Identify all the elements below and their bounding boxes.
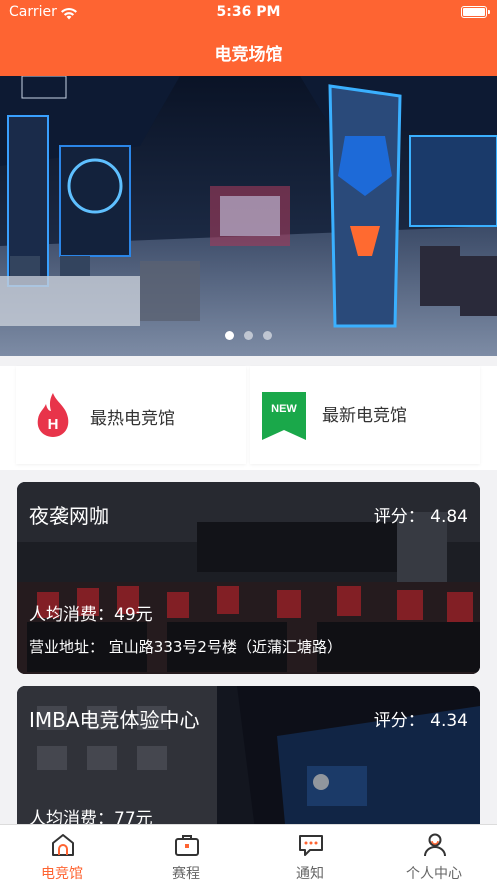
battery-icon (461, 6, 490, 18)
page-title: 电竞场馆 (214, 45, 283, 65)
carousel-dot[interactable] (225, 331, 234, 340)
venue-rating: 评分： 4.84 (374, 502, 468, 527)
new-ribbon-icon: NEW (262, 392, 306, 444)
navigation-bar: 电竞场馆 (0, 28, 497, 76)
schedule-briefcase-icon (175, 835, 199, 856)
hot-flame-icon: H (34, 392, 72, 442)
address-label: 营业地址： (29, 638, 105, 656)
rating-label: 评分： (373, 507, 425, 527)
carousel-dot[interactable] (244, 331, 253, 340)
tab-venues[interactable]: 电竞馆 (0, 825, 124, 883)
tab-label: 赛程 (172, 866, 200, 882)
profile-user-icon (424, 833, 446, 857)
hot-venues-label: 最热电竞馆 (90, 409, 175, 429)
new-venues-card[interactable]: NEW 最新电竞馆 (250, 366, 480, 464)
tab-notifications[interactable]: 通知 (248, 825, 372, 883)
tab-label: 通知 (296, 866, 324, 882)
banner-image (0, 76, 497, 356)
venue-name: IMBA电竞体验中心 (29, 708, 200, 732)
tab-bar: 电竞馆 赛程 通知 个人中心 (0, 824, 497, 883)
venue-price: 人均消费：49元 (29, 600, 153, 625)
clock: 5:36 PM (216, 4, 281, 20)
tab-profile[interactable]: 个人中心 (372, 825, 496, 883)
hot-venues-card[interactable]: H 最热电竞馆 (16, 366, 246, 464)
notification-chat-icon (299, 835, 323, 856)
venue-card[interactable]: IMBA电竞体验中心 评分： 4.34 人均消费：77元 (17, 686, 480, 846)
venue-address: 营业地址： 宜山路333号2号楼（近蒲汇塘路） (29, 636, 342, 657)
rating-label: 评分： (373, 711, 425, 731)
price-label: 人均消费： (29, 605, 114, 625)
venue-home-icon (52, 834, 74, 856)
rating-value: 4.84 (430, 507, 468, 527)
new-venues-label: 最新电竞馆 (322, 406, 407, 426)
tab-schedule[interactable]: 赛程 (124, 825, 248, 883)
new-icon-text: NEW (271, 403, 297, 415)
tab-label: 个人中心 (406, 866, 462, 882)
venue-rating: 评分： 4.34 (374, 706, 468, 731)
hot-icon-letter: H (48, 416, 59, 433)
venue-name: 夜袭网咖 (29, 504, 109, 528)
banner-carousel[interactable] (0, 76, 497, 356)
category-row: H 最热电竞馆 NEW 最新电竞馆 (0, 366, 497, 470)
rating-value: 4.34 (430, 711, 468, 731)
carousel-dot[interactable] (263, 331, 272, 340)
venue-card[interactable]: 夜袭网咖 评分： 4.84 人均消费：49元 营业地址： 宜山路333号2号楼（… (17, 482, 480, 674)
address-value: 宜山路333号2号楼（近蒲汇塘路） (108, 638, 342, 656)
carousel-page-indicator[interactable] (0, 325, 497, 344)
tab-label: 电竞馆 (41, 866, 83, 882)
price-value: 49元 (114, 605, 153, 625)
status-bar: Carrier 5:36 PM (0, 0, 497, 28)
